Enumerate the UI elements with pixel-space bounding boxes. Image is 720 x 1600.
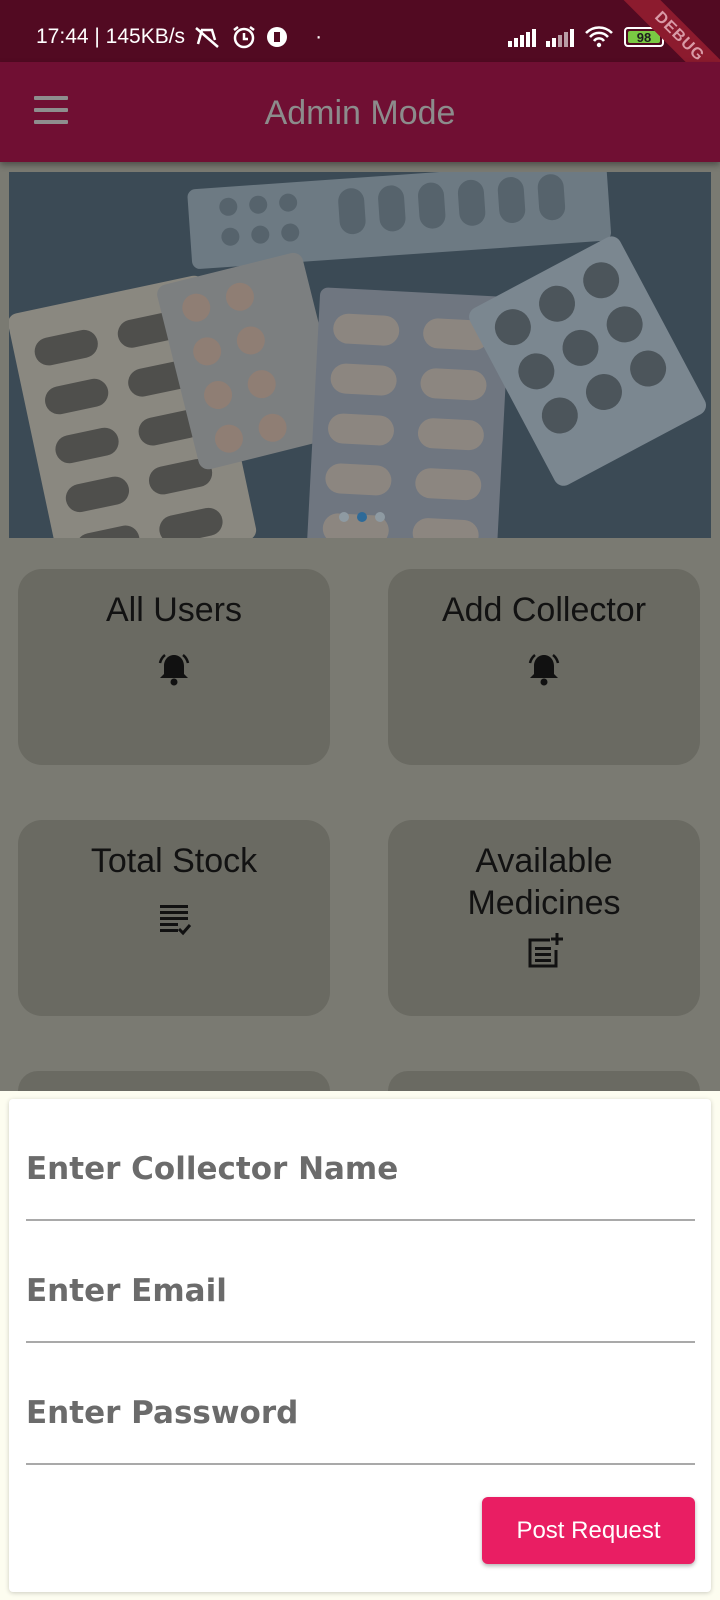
collector-name-field-wrapper (26, 1099, 695, 1221)
carousel-indicators (339, 512, 385, 522)
battery-level: 98 (636, 29, 652, 45)
bell-ring-icon (528, 654, 560, 686)
email-field-wrapper (26, 1221, 695, 1343)
carousel-dot[interactable] (375, 512, 385, 522)
carousel-dot[interactable] (339, 512, 349, 522)
status-left: 17:44 | 145KB/s · (36, 24, 322, 50)
card-add-collector[interactable]: Add Collector (388, 569, 700, 765)
more-dot-icon: · (315, 25, 323, 48)
image-carousel[interactable] (9, 172, 711, 538)
post-add-icon (528, 933, 563, 968)
alarm-icon (233, 26, 255, 49)
password-field[interactable] (26, 1343, 695, 1431)
page-title: Admin Mode (264, 94, 456, 132)
vibrate-off-icon (195, 27, 219, 48)
checklist-icon (160, 905, 192, 936)
signal-1-icon (508, 27, 536, 47)
card-label: Available Medicines (467, 842, 621, 922)
card-all-users[interactable]: All Users (18, 569, 330, 765)
status-bar: 17:44 | 145KB/s · 98 DEBUG (0, 0, 720, 107)
add-collector-sheet: Post Request (9, 1099, 711, 1592)
password-field-wrapper (26, 1343, 695, 1465)
medicine-blister-image (9, 172, 711, 538)
status-time-speed: 17:44 | 145KB/s (36, 25, 186, 48)
app-notification-icon (267, 27, 288, 47)
card-total-stock[interactable]: Total Stock (18, 820, 330, 1016)
app-bar: Admin Mode (0, 62, 720, 162)
collector-name-field[interactable] (26, 1099, 695, 1187)
wifi-icon (585, 26, 613, 48)
post-request-button[interactable]: Post Request (482, 1497, 695, 1564)
card-available-medicines[interactable]: Available Medicines (388, 820, 700, 1016)
bell-ring-icon (158, 654, 190, 686)
signal-2-icon (546, 27, 574, 47)
card-label: Add Collector (441, 591, 647, 629)
card-label: All Users (105, 591, 243, 629)
carousel-dot-active[interactable] (357, 512, 367, 522)
status-right: 98 (508, 26, 668, 48)
email-field[interactable] (26, 1221, 695, 1309)
card-label: Total Stock (90, 842, 258, 880)
